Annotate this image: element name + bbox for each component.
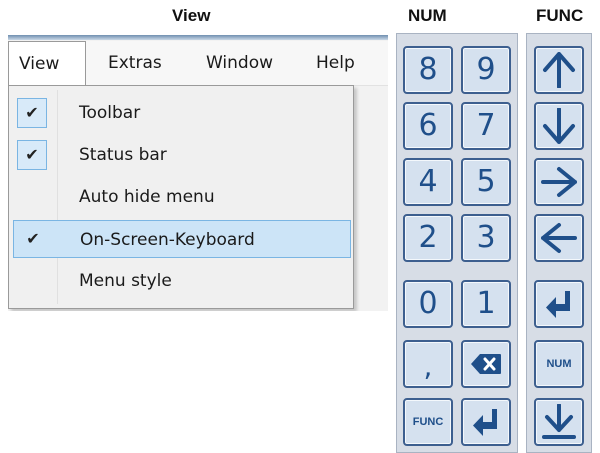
- key-9[interactable]: 9: [461, 46, 511, 94]
- backspace-icon: [471, 354, 501, 374]
- menu-screenshot: View Extras Window Help ✔ Toolbar ✔ Stat…: [8, 35, 388, 311]
- menu-item-label: On-Screen-Keyboard: [80, 230, 255, 250]
- key-label: 4: [418, 164, 438, 199]
- view-dropdown-menu: ✔ Toolbar ✔ Status bar Auto hide menu ✔ …: [8, 85, 354, 309]
- key-8[interactable]: 8: [403, 46, 453, 94]
- key-arrow-right[interactable]: [534, 158, 584, 206]
- key-arrow-left[interactable]: [534, 214, 584, 262]
- menu-item-status-bar[interactable]: ✔ Status bar: [13, 136, 351, 174]
- menu-item-toolbar[interactable]: ✔ Toolbar: [13, 94, 351, 132]
- menu-extras[interactable]: Extras: [98, 41, 172, 85]
- key-3[interactable]: 3: [461, 214, 511, 262]
- func-section-title: FUNC: [536, 6, 584, 25]
- menu-item-menu-style[interactable]: Menu style: [13, 262, 351, 300]
- key-2[interactable]: 2: [403, 214, 453, 262]
- key-5[interactable]: 5: [461, 158, 511, 206]
- menu-help[interactable]: Help: [306, 41, 365, 85]
- key-label: 1: [476, 286, 496, 321]
- key-enter[interactable]: [461, 398, 511, 446]
- menu-item-label: Status bar: [79, 145, 167, 165]
- menu-view[interactable]: View: [8, 41, 86, 86]
- key-label: 3: [476, 220, 496, 255]
- checkmark-icon: ✔: [26, 229, 40, 248]
- key-func[interactable]: FUNC: [403, 398, 453, 446]
- arrow-right-icon: [541, 167, 577, 197]
- arrow-down-icon: [543, 108, 575, 144]
- key-4[interactable]: 4: [403, 158, 453, 206]
- key-6[interactable]: 6: [403, 102, 453, 150]
- menu-item-on-screen-keyboard[interactable]: ✔ On-Screen-Keyboard: [13, 220, 351, 258]
- key-arrow-up[interactable]: [534, 46, 584, 94]
- arrow-left-icon: [541, 223, 577, 253]
- key-label: 7: [476, 108, 496, 143]
- key-label: 6: [418, 108, 438, 143]
- arrow-up-icon: [543, 52, 575, 88]
- enter-icon: [546, 291, 570, 318]
- key-arrow-down-to-line[interactable]: [534, 398, 584, 446]
- key-label: ,: [423, 350, 433, 383]
- menu-bar: View Extras Window Help: [8, 41, 388, 86]
- key-1[interactable]: 1: [461, 280, 511, 328]
- window-top-border: [8, 35, 388, 40]
- key-label: 0: [418, 286, 438, 321]
- key-arrow-down[interactable]: [534, 102, 584, 150]
- num-keypad: 8 9 6 7 4 5 2 3 0 1 , FUNC: [396, 33, 518, 453]
- key-label: 5: [476, 164, 496, 199]
- key-comma[interactable]: ,: [403, 340, 453, 388]
- key-label: NUM: [546, 358, 572, 370]
- key-num[interactable]: NUM: [534, 340, 584, 388]
- key-enter-func[interactable]: [534, 280, 584, 328]
- key-backspace[interactable]: [461, 340, 511, 388]
- menu-item-auto-hide-menu[interactable]: Auto hide menu: [13, 178, 351, 216]
- key-label: 8: [418, 52, 438, 87]
- checkmark-icon: ✔: [17, 140, 47, 170]
- menu-item-label: Toolbar: [79, 103, 141, 123]
- menu-window[interactable]: Window: [196, 41, 283, 85]
- key-0[interactable]: 0: [403, 280, 453, 328]
- key-label: 2: [418, 220, 438, 255]
- key-label: FUNC: [412, 416, 444, 428]
- checkmark-icon: ✔: [17, 98, 47, 128]
- menu-item-label: Auto hide menu: [79, 187, 215, 207]
- view-section-title: View: [172, 6, 211, 25]
- key-7[interactable]: 7: [461, 102, 511, 150]
- num-section-title: NUM: [408, 6, 447, 25]
- enter-icon: [473, 409, 497, 436]
- arrow-down-to-line-icon: [542, 404, 576, 439]
- menu-item-label: Menu style: [79, 271, 172, 291]
- key-label: 9: [476, 52, 496, 87]
- func-keypad: NUM: [526, 33, 592, 453]
